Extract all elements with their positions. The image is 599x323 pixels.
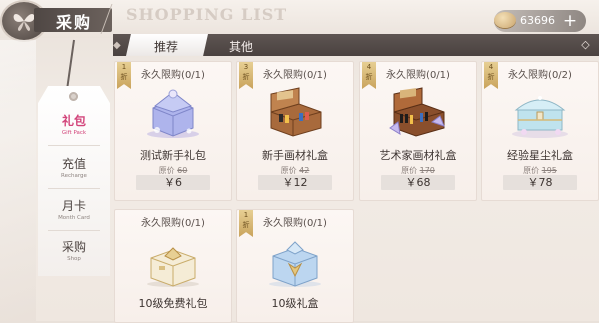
sidebar-item-label: 充值 — [61, 157, 86, 171]
sidebar-divider — [48, 230, 100, 231]
shopping-list-watermark: SHOPPING LIST — [126, 5, 288, 24]
product-card[interactable]: 4 折 永久限购(0/2) 经验星尘礼盒 原价 195 ￥78 — [481, 61, 599, 201]
stardust-chest-icon — [512, 96, 568, 138]
product-name: 经验星尘礼盒 — [507, 149, 573, 162]
purchase-limit: 永久限购(0/2) — [508, 70, 572, 81]
tag-hole — [69, 92, 78, 101]
purchase-limit: 永久限购(0/1) — [141, 218, 205, 229]
sidebar-item-recharge[interactable]: 充值 Recharge — [38, 155, 110, 179]
wooden-paint-box-icon — [270, 87, 322, 137]
sidebar-item-sublabel: Shop — [67, 256, 81, 262]
sidebar-item-label: 礼包 — [61, 114, 86, 128]
coin-icon — [494, 12, 516, 28]
blue-gift-box-icon — [269, 241, 321, 287]
product-name: 新手画材礼盒 — [262, 149, 328, 162]
product-card[interactable]: 1 折 永久限购(0/1) 测试新手礼包 原价 60 ￥6 — [114, 61, 232, 201]
product-name: 艺术家画材礼盒 — [379, 149, 457, 162]
sidebar-item-label: 采购 — [61, 240, 86, 254]
currency-amount: 63696 — [520, 14, 555, 27]
buy-price-button[interactable]: ￥6 — [136, 175, 210, 190]
diamond-ornament-icon: ◇ — [581, 38, 590, 51]
purchase-limit: 永久限购(0/1) — [386, 70, 450, 81]
add-currency-button[interactable]: + — [560, 11, 580, 31]
sidebar-divider — [48, 145, 100, 146]
sidebar-item-sublabel: Recharge — [61, 173, 87, 179]
purchase-limit: 永久限购(0/1) — [263, 70, 327, 81]
artist-paint-box-icon — [389, 87, 445, 137]
product-card[interactable]: 永久限购(0/1) 10级免费礼包 — [114, 209, 232, 323]
sidebar-item-label: 月卡 — [61, 199, 86, 213]
product-card[interactable]: 4 折 永久限购(0/1) 艺术家画材礼盒 原价 170 ￥68 — [359, 61, 477, 201]
tab-recommended-label[interactable]: 推荐 — [154, 38, 178, 55]
tab-left-ornament-icon: ◆ — [113, 40, 121, 51]
purchase-limit: 永久限购(0/1) — [141, 70, 205, 81]
product-name: 10级礼盒 — [271, 297, 319, 310]
product-name: 测试新手礼包 — [140, 149, 206, 162]
product-name: 10级免费礼包 — [138, 297, 208, 310]
sidebar-divider — [48, 188, 100, 189]
product-card[interactable]: 1 折 永久限购(0/1) 10级礼盒 — [236, 209, 354, 323]
side-decoration — [0, 40, 36, 321]
page-title: 采购 — [56, 13, 93, 32]
sidebar-item-gift-pack[interactable]: 礼包 Gift Pack — [38, 112, 110, 136]
sidebar-item-sublabel: Month Card — [58, 215, 90, 221]
sidebar-item-month-card[interactable]: 月卡 Month Card — [38, 197, 110, 221]
cream-gift-box-icon — [147, 247, 199, 287]
buy-price-button[interactable]: ￥68 — [381, 175, 455, 190]
purchase-limit: 永久限购(0/1) — [263, 218, 327, 229]
sidebar-item-sublabel: Gift Pack — [61, 130, 87, 136]
buy-price-button[interactable]: ￥78 — [503, 175, 577, 190]
sidebar-item-shop[interactable]: 采购 Shop — [38, 238, 110, 262]
tab-other[interactable]: 其他 — [229, 38, 253, 55]
box-lavender-icon — [147, 89, 199, 138]
product-card[interactable]: 3 折 永久限购(0/1) 新手画材礼盒 原价 42 ￥12 — [236, 61, 354, 201]
buy-price-button[interactable]: ￥12 — [258, 175, 332, 190]
